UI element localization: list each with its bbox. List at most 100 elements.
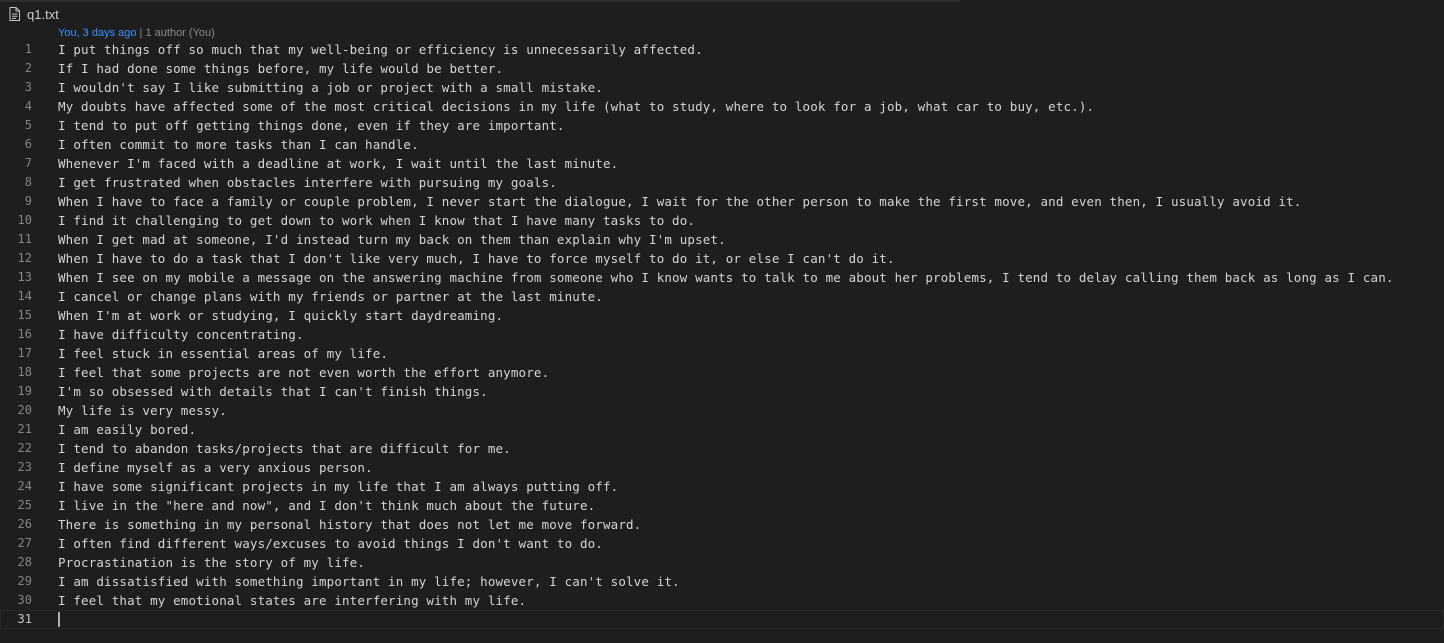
code-line[interactable]: 29 I am dissatisfied with something impor… — [0, 572, 1444, 591]
line-text[interactable]: When I get mad at someone, I'd instead t… — [58, 230, 726, 249]
code-line[interactable]: 19 I'm so obsessed with details that I ca… — [0, 382, 1444, 401]
code-line[interactable]: 16 I have difficulty concentrating. — [0, 325, 1444, 344]
line-text[interactable]: I tend to put off getting things done, e… — [58, 116, 565, 135]
code-line[interactable]: 25 I live in the "here and now", and I do… — [0, 496, 1444, 515]
line-text[interactable]: I find it challenging to get down to wor… — [58, 211, 695, 230]
code-line[interactable]: 26 There is something in my personal hist… — [0, 515, 1444, 534]
text-cursor — [58, 612, 60, 627]
code-line[interactable]: 30 I feel that my emotional states are in… — [0, 591, 1444, 610]
code-line[interactable]: 5 I tend to put off getting things done, … — [0, 116, 1444, 135]
line-text[interactable]: I often find different ways/excuses to a… — [58, 534, 603, 553]
code-line[interactable]: 4 My doubts have affected some of the mos… — [0, 97, 1444, 116]
line-number: 27 — [17, 536, 32, 550]
line-text[interactable]: When I have to face a family or couple p… — [58, 192, 1301, 211]
line-number: 23 — [17, 460, 32, 474]
line-text[interactable]: When I have to do a task that I don't li… — [58, 249, 895, 268]
tab-strip-edge — [0, 0, 960, 2]
line-text[interactable]: I put things off so much that my well-be… — [58, 40, 703, 59]
code-line[interactable]: 14 I cancel or change plans with my frien… — [0, 287, 1444, 306]
line-number: 20 — [17, 403, 32, 417]
line-number: 3 — [24, 80, 32, 94]
blame-author[interactable]: You, 3 days ago — [58, 27, 137, 39]
line-text[interactable]: When I see on my mobile a message on the… — [58, 268, 1394, 287]
line-number: 9 — [24, 194, 32, 208]
code-line[interactable]: 2 If I had done some things before, my li… — [0, 59, 1444, 78]
file-text-icon — [8, 6, 21, 22]
line-text[interactable]: Procrastination is the story of my life. — [58, 553, 365, 572]
blame-summary[interactable]: 1 author (You) — [145, 27, 214, 39]
line-number: 14 — [17, 289, 32, 303]
code-line[interactable]: 9 When I have to face a family or couple … — [0, 192, 1444, 211]
line-number: 22 — [17, 441, 32, 455]
line-number: 30 — [17, 593, 32, 607]
line-number: 12 — [17, 251, 32, 265]
line-text[interactable]: I often commit to more tasks than I can … — [58, 135, 419, 154]
code-line[interactable]: 24 I have some significant projects in my… — [0, 477, 1444, 496]
line-text[interactable]: My doubts have affected some of the most… — [58, 97, 1094, 116]
line-text[interactable]: I get frustrated when obstacles interfer… — [58, 173, 557, 192]
code-line[interactable]: 11 When I get mad at someone, I'd instead… — [0, 230, 1444, 249]
line-text[interactable]: My life is very messy. — [58, 401, 227, 420]
code-line[interactable]: 3 I wouldn't say I like submitting a job … — [0, 78, 1444, 97]
code-line[interactable]: 7 Whenever I'm faced with a deadline at w… — [0, 154, 1444, 173]
line-number: 29 — [17, 574, 32, 588]
line-number: 7 — [24, 156, 32, 170]
line-text[interactable]: I am easily bored. — [58, 420, 196, 439]
line-text[interactable]: When I'm at work or studying, I quickly … — [58, 306, 503, 325]
line-number: 17 — [17, 346, 32, 360]
line-number: 6 — [24, 137, 32, 151]
code-line[interactable]: 28 Procrastination is the story of my lif… — [0, 553, 1444, 572]
line-text[interactable]: I wouldn't say I like submitting a job o… — [58, 78, 603, 97]
code-line[interactable]: 6 I often commit to more tasks than I can… — [0, 135, 1444, 154]
line-text[interactable]: Whenever I'm faced with a deadline at wo… — [58, 154, 618, 173]
code-line[interactable]: 10 I find it challenging to get down to w… — [0, 211, 1444, 230]
line-text[interactable]: If I had done some things before, my lif… — [58, 59, 503, 78]
line-number: 8 — [24, 175, 32, 189]
line-text[interactable]: I feel stuck in essential areas of my li… — [58, 344, 388, 363]
code-line[interactable]: 22 I tend to abandon tasks/projects that … — [0, 439, 1444, 458]
code-line[interactable]: 13 When I see on my mobile a message on t… — [0, 268, 1444, 287]
code-line[interactable]: 31 — [0, 610, 1444, 629]
line-text[interactable]: I have some significant projects in my l… — [58, 477, 618, 496]
line-text[interactable]: I live in the "here and now", and I don'… — [58, 496, 595, 515]
text-editor[interactable]: q1.txt You, 3 days ago | 1 author (You) … — [0, 0, 1444, 643]
line-number: 5 — [24, 118, 32, 132]
line-number: 13 — [17, 270, 32, 284]
line-text[interactable]: I feel that my emotional states are inte… — [58, 591, 526, 610]
code-lines[interactable]: 1 I put things off so much that my well-b… — [0, 40, 1444, 629]
line-number: 24 — [17, 479, 32, 493]
line-number: 15 — [17, 308, 32, 322]
line-text[interactable]: I tend to abandon tasks/projects that ar… — [58, 439, 511, 458]
breadcrumb[interactable]: q1.txt — [8, 4, 59, 24]
code-line[interactable]: 18 I feel that some projects are not even… — [0, 363, 1444, 382]
code-line[interactable]: 15 When I'm at work or studying, I quickl… — [0, 306, 1444, 325]
line-number: 28 — [17, 555, 32, 569]
line-text[interactable]: I am dissatisfied with something importa… — [58, 572, 680, 591]
breadcrumb-file-name[interactable]: q1.txt — [27, 7, 59, 22]
line-text[interactable]: I'm so obsessed with details that I can'… — [58, 382, 488, 401]
line-number: 16 — [17, 327, 32, 341]
code-line[interactable]: 8 I get frustrated when obstacles interfe… — [0, 173, 1444, 192]
code-line[interactable]: 17 I feel stuck in essential areas of my … — [0, 344, 1444, 363]
line-text[interactable]: I have difficulty concentrating. — [58, 325, 304, 344]
line-number: 25 — [17, 498, 32, 512]
line-text[interactable]: I feel that some projects are not even w… — [58, 363, 549, 382]
line-text[interactable]: I define myself as a very anxious person… — [58, 458, 373, 477]
code-line[interactable]: 12 When I have to do a task that I don't … — [0, 249, 1444, 268]
code-line[interactable]: 23 I define myself as a very anxious pers… — [0, 458, 1444, 477]
line-text[interactable]: There is something in my personal histor… — [58, 515, 641, 534]
line-text[interactable]: I cancel or change plans with my friends… — [58, 287, 603, 306]
line-number: 26 — [17, 517, 32, 531]
line-number: 11 — [17, 232, 32, 246]
line-number: 19 — [17, 384, 32, 398]
code-line[interactable]: 27 I often find different ways/excuses to… — [0, 534, 1444, 553]
code-line[interactable]: 20 My life is very messy. — [0, 401, 1444, 420]
code-line[interactable]: 1 I put things off so much that my well-b… — [0, 40, 1444, 59]
code-line[interactable]: 21 I am easily bored. — [0, 420, 1444, 439]
line-number: 21 — [17, 422, 32, 436]
line-number: 4 — [24, 99, 32, 113]
line-number: 1 — [24, 42, 32, 56]
line-number: 18 — [17, 365, 32, 379]
git-blame-codelens[interactable]: You, 3 days ago | 1 author (You) — [58, 26, 215, 40]
line-number: 2 — [24, 61, 32, 75]
